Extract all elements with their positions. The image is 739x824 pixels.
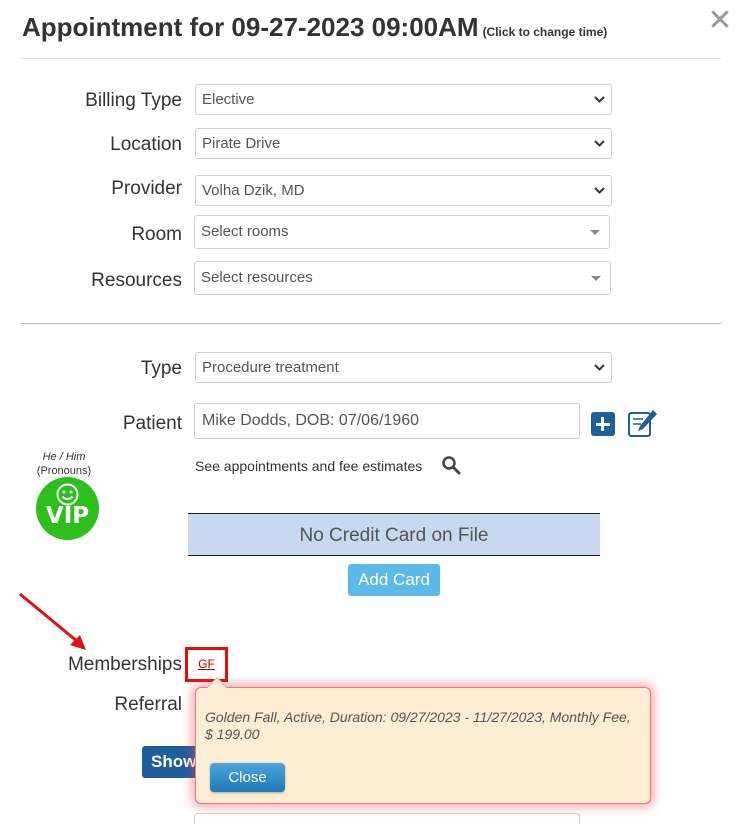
- room-label: Room: [131, 224, 182, 245]
- type-label: Type: [140, 358, 182, 379]
- add-card-button[interactable]: Add Card: [348, 564, 440, 596]
- membership-highlight: GF: [185, 647, 228, 682]
- chevron-down-icon: [594, 96, 605, 103]
- add-patient-button[interactable]: [591, 412, 615, 436]
- header-divider: [21, 58, 721, 59]
- caret-down-icon: [591, 276, 601, 281]
- change-time-hint[interactable]: (Click to change time): [483, 25, 608, 39]
- see-appointments-link[interactable]: See appointments and fee estimates: [195, 458, 422, 474]
- membership-popover: Golden Fall, Active, Duration: 09/27/202…: [195, 677, 651, 804]
- appointment-title[interactable]: Appointment for 09-27-2023 09:00AM: [22, 12, 479, 42]
- provider-select[interactable]: Volha Dzik, MD: [195, 175, 612, 206]
- edit-icon[interactable]: [626, 407, 658, 439]
- vip-badge: VIP: [36, 477, 99, 540]
- memberships-label: Memberships: [67, 654, 182, 675]
- referral-label: Referral: [114, 694, 182, 715]
- patient-value: Mike Dodds, DOB: 07/06/1960: [202, 412, 420, 429]
- billing-type-label: Billing Type: [85, 90, 182, 111]
- resources-placeholder: Select resources: [201, 269, 313, 286]
- red-arrow-icon: [19, 592, 86, 650]
- section-divider: [21, 323, 721, 324]
- chevron-down-icon: [594, 364, 605, 371]
- membership-details: Golden Fall, Active, Duration: 09/27/202…: [205, 709, 631, 742]
- resources-select[interactable]: Select resources: [194, 261, 611, 295]
- location-label: Location: [110, 134, 182, 155]
- vip-label: VIP: [45, 503, 90, 529]
- room-placeholder: Select rooms: [201, 223, 289, 240]
- type-value: Procedure treatment: [202, 359, 339, 376]
- patient-input[interactable]: Mike Dodds, DOB: 07/06/1960: [194, 403, 580, 439]
- pronouns: He / Him (Pronouns): [24, 450, 104, 478]
- provider-label: Provider: [111, 178, 182, 199]
- close-icon[interactable]: ✕: [707, 6, 733, 36]
- location-value: Pirate Drive: [202, 135, 281, 152]
- page-title: Appointment for 09-27-2023 09:00AM (Click…: [22, 12, 607, 43]
- billing-type-select[interactable]: Elective: [195, 84, 612, 115]
- provider-value: Volha Dzik, MD: [202, 182, 305, 199]
- bottom-input[interactable]: [194, 813, 580, 824]
- patient-label: Patient: [122, 413, 182, 434]
- pronouns-caption: (Pronouns): [36, 465, 92, 477]
- caret-down-icon: [590, 230, 600, 235]
- popover-close-button[interactable]: Close: [210, 763, 285, 792]
- location-select[interactable]: Pirate Drive: [195, 128, 612, 159]
- search-icon[interactable]: [441, 455, 461, 475]
- credit-card-status: No Credit Card on File: [188, 513, 600, 556]
- type-select[interactable]: Procedure treatment: [195, 352, 612, 383]
- chevron-down-icon: [594, 187, 605, 194]
- pronouns-value: He / Him: [42, 451, 86, 463]
- room-select[interactable]: Select rooms: [194, 215, 610, 249]
- billing-type-value: Elective: [202, 91, 255, 108]
- chevron-down-icon: [594, 140, 605, 147]
- show-button[interactable]: Show: [142, 746, 202, 778]
- resources-label: Resources: [91, 270, 182, 291]
- membership-gf-link[interactable]: GF: [198, 657, 215, 671]
